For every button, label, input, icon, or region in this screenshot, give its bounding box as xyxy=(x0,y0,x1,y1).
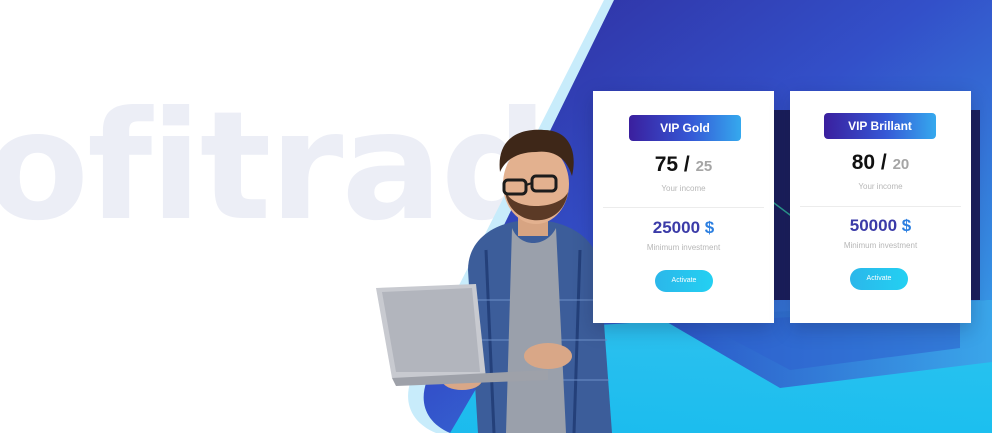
investment-amount: 50000 xyxy=(849,216,898,235)
plan-card-vip-brillant: VIP Brillant 80 / 20 Your income 50000 $… xyxy=(790,91,971,323)
investment-caption: Minimum investment xyxy=(843,241,918,250)
plan-name-badge: VIP Gold xyxy=(629,115,741,141)
income-caption: Your income xyxy=(858,182,903,191)
activate-button[interactable]: Activate xyxy=(655,270,713,292)
hero-banner: ofitrade VIP Gold 75 / 25 Your income 25… xyxy=(0,0,992,433)
investment-amount: 25000 xyxy=(652,218,701,237)
currency-symbol: $ xyxy=(704,218,715,237)
plan-card-vip-gold: VIP Gold 75 / 25 Your income 25000 $ Min… xyxy=(593,91,774,323)
income-main: 80 / xyxy=(851,151,887,174)
divider xyxy=(800,206,961,207)
income-sub: 25 xyxy=(695,158,713,175)
currency-symbol: $ xyxy=(901,216,912,235)
minimum-investment-value: 25000 $ xyxy=(593,218,774,238)
income-rate: 75 / 25 xyxy=(593,153,774,177)
plan-name-badge: VIP Brillant xyxy=(824,113,936,139)
divider xyxy=(603,207,764,208)
income-caption: Your income xyxy=(661,184,706,193)
minimum-investment-value: 50000 $ xyxy=(790,216,971,236)
income-rate: 80 / 20 xyxy=(790,151,971,175)
income-main: 75 / xyxy=(654,153,690,176)
activate-button[interactable]: Activate xyxy=(850,268,908,290)
investment-caption: Minimum investment xyxy=(646,243,721,252)
income-sub: 20 xyxy=(892,156,910,173)
